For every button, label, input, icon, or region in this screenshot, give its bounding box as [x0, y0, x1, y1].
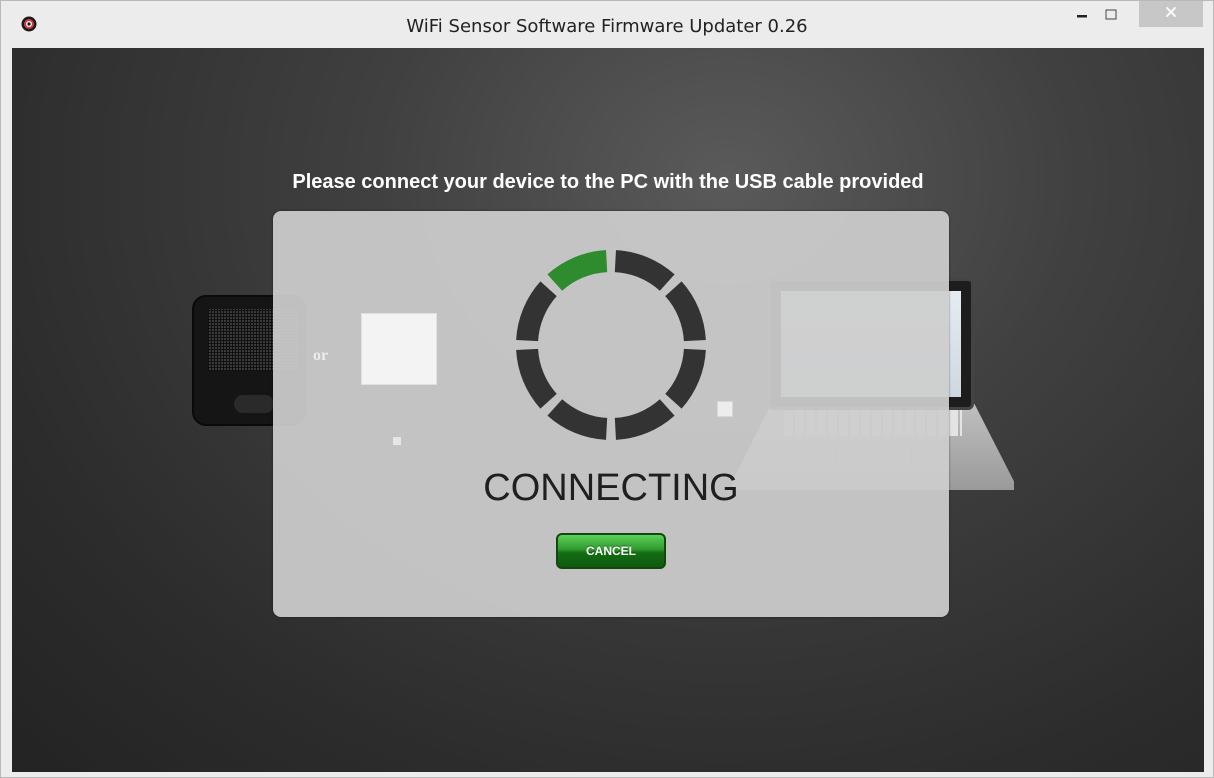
- close-icon: [1165, 5, 1177, 23]
- device-knob: [234, 395, 274, 413]
- minimize-icon: [1076, 8, 1088, 26]
- spinner-segment: [516, 348, 557, 409]
- usb-plug-illustration: [717, 401, 733, 417]
- connecting-dialog: or CONNECTING CANCEL: [273, 211, 949, 617]
- close-button[interactable]: [1139, 1, 1203, 27]
- spinner-segment: [547, 250, 608, 291]
- separator-or: or: [313, 347, 329, 364]
- spinner-segment: [614, 250, 675, 291]
- maximize-button[interactable]: [1097, 1, 1125, 33]
- status-text: CONNECTING: [483, 467, 739, 509]
- window-title: WiFi Sensor Software Firmware Updater 0.…: [406, 16, 808, 37]
- router-illustration: [361, 313, 437, 385]
- spinner-segment: [665, 281, 706, 342]
- minimize-button[interactable]: [1067, 1, 1097, 33]
- title-bar[interactable]: WiFi Sensor Software Firmware Updater 0.…: [1, 1, 1213, 47]
- spinner-segment: [614, 399, 675, 440]
- spinner-segment: [665, 348, 706, 409]
- device-led: [393, 437, 401, 445]
- loading-spinner-icon: [516, 250, 706, 440]
- cancel-button[interactable]: CANCEL: [556, 533, 666, 569]
- spinner-segment: [516, 281, 557, 342]
- spinner-segment: [547, 399, 608, 440]
- app-window: WiFi Sensor Software Firmware Updater 0.…: [0, 0, 1214, 778]
- instruction-text: Please connect your device to the PC wit…: [292, 171, 924, 193]
- maximize-icon: [1105, 8, 1117, 26]
- main-content: Please connect your device to the PC wit…: [12, 48, 1204, 772]
